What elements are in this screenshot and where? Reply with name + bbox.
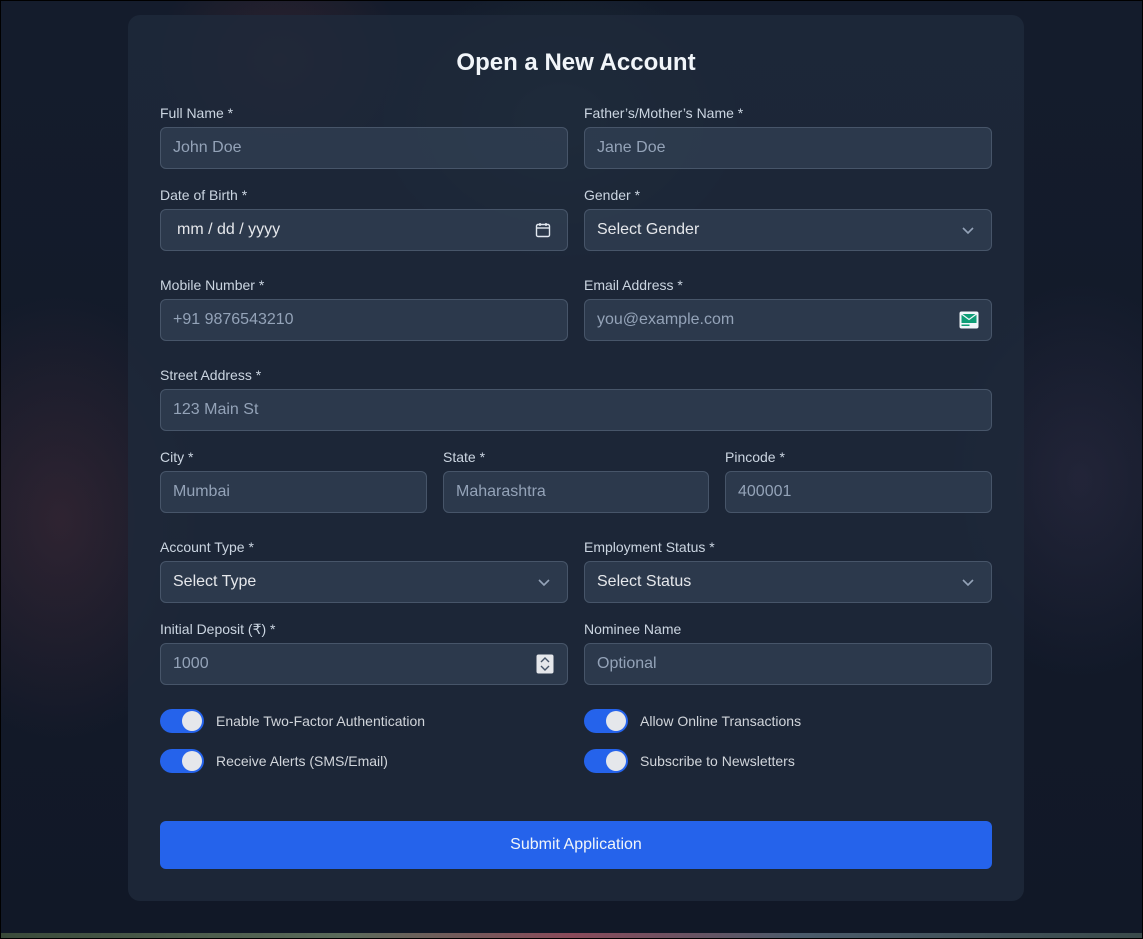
email-placeholder: you@example.com [597, 311, 735, 328]
parent-name-field: Father’s/Mother’s Name * [584, 105, 992, 169]
chevron-down-icon [961, 577, 975, 587]
city-label: City * [160, 449, 194, 465]
online-transactions-switch[interactable] [584, 709, 628, 733]
account-form-card: Open a New Account Full Name * Father’s/… [128, 15, 1024, 901]
gender-label: Gender * [584, 187, 641, 203]
account-type-label: Account Type * [160, 539, 254, 555]
chevron-down-icon [537, 577, 551, 587]
account-type-select[interactable]: Select Type [160, 561, 568, 603]
newsletter-switch[interactable] [584, 749, 628, 773]
pincode-field: Pincode * [725, 449, 992, 513]
email-label: Email Address * [584, 277, 683, 293]
account-type-field: Account Type * Select Type [160, 539, 568, 603]
account-type-value: Select Type [173, 573, 257, 590]
form-title: Open a New Account [456, 49, 696, 76]
chevron-down-icon [961, 225, 975, 235]
email-field: Email Address * you@example.com [584, 277, 992, 341]
newsletter-label: Subscribe to Newsletters [640, 753, 795, 769]
parent-name-label: Father’s/Mother’s Name * [584, 105, 744, 121]
city-field: City * [160, 449, 427, 513]
street-input[interactable] [160, 389, 992, 431]
city-input[interactable] [160, 471, 427, 513]
two-factor-switch[interactable] [160, 709, 204, 733]
employment-select[interactable]: Select Status [584, 561, 992, 603]
calendar-icon[interactable] [535, 222, 551, 238]
street-label: Street Address * [160, 367, 262, 383]
alerts-toggle-row[interactable]: Receive Alerts (SMS/Email) [160, 749, 388, 773]
deposit-input[interactable]: 1000 [160, 643, 568, 685]
mobile-label: Mobile Number * [160, 277, 265, 293]
alerts-label: Receive Alerts (SMS/Email) [216, 753, 388, 769]
employment-field: Employment Status * Select Status [584, 539, 992, 603]
newsletter-toggle-row[interactable]: Subscribe to Newsletters [584, 749, 795, 773]
pincode-label: Pincode * [725, 449, 785, 465]
nominee-label: Nominee Name [584, 621, 682, 637]
full-name-input[interactable] [160, 127, 568, 169]
bottom-edge [0, 933, 1143, 939]
street-field: Street Address * [160, 367, 992, 431]
alerts-switch[interactable] [160, 749, 204, 773]
dob-input[interactable]: mm / dd / yyyy [160, 209, 568, 251]
nominee-field: Nominee Name [584, 621, 992, 685]
gender-select[interactable]: Select Gender [584, 209, 992, 251]
two-factor-label: Enable Two-Factor Authentication [216, 713, 426, 729]
dob-value: mm / dd / yyyy [177, 221, 281, 238]
gender-field: Gender * Select Gender [584, 187, 992, 251]
state-input[interactable] [443, 471, 709, 513]
two-factor-toggle-row[interactable]: Enable Two-Factor Authentication [160, 709, 425, 733]
parent-name-input[interactable] [584, 127, 992, 169]
state-field: State * [443, 449, 709, 513]
deposit-field: Initial Deposit (₹) * 1000 [160, 621, 568, 685]
dob-field: Date of Birth * mm / dd / yyyy [160, 187, 568, 251]
deposit-placeholder: 1000 [173, 655, 209, 672]
email-input[interactable]: you@example.com [584, 299, 992, 341]
mobile-field: Mobile Number * [160, 277, 568, 341]
full-name-field: Full Name * [160, 105, 568, 169]
deposit-label: Initial Deposit (₹) * [160, 621, 276, 637]
state-label: State * [443, 449, 486, 465]
email-autofill-icon[interactable] [959, 311, 979, 329]
online-transactions-toggle-row[interactable]: Allow Online Transactions [584, 709, 801, 733]
full-name-label: Full Name * [160, 105, 234, 121]
spinner-icon[interactable] [536, 654, 554, 674]
gender-value: Select Gender [597, 221, 700, 238]
mobile-input[interactable] [160, 299, 568, 341]
pincode-input[interactable] [725, 471, 992, 513]
employment-label: Employment Status * [584, 539, 715, 555]
employment-value: Select Status [597, 573, 692, 590]
submit-application-button[interactable]: Submit Application [160, 821, 992, 869]
dob-label: Date of Birth * [160, 187, 248, 203]
online-transactions-label: Allow Online Transactions [640, 713, 802, 729]
nominee-input[interactable] [584, 643, 992, 685]
